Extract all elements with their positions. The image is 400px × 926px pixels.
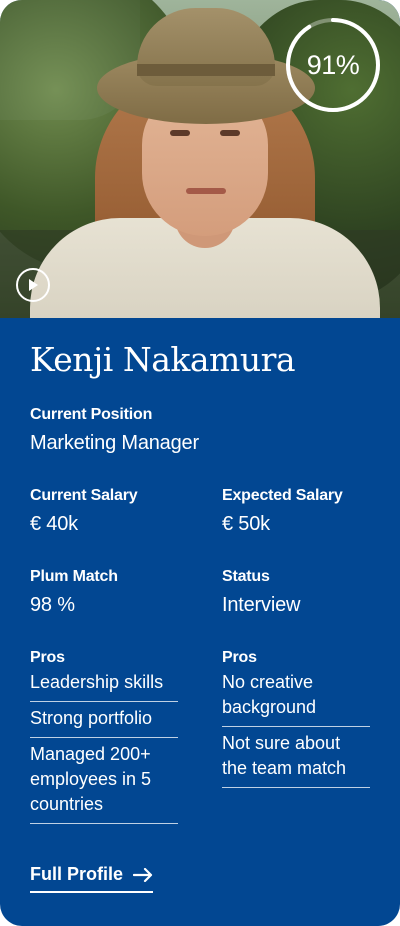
pros-item: Leadership skills — [30, 670, 178, 702]
candidate-card: 91% Kenji Nakamura Current Position Mark… — [0, 0, 400, 926]
cons-item: No creative background — [222, 670, 370, 727]
match-score: 91% — [306, 49, 360, 80]
play-icon — [29, 279, 38, 291]
status-label: Status — [222, 568, 270, 585]
full-profile-label: Full Profile — [30, 864, 124, 884]
current-position-label: Current Position — [30, 406, 153, 423]
current-position-value: Marketing Manager — [30, 432, 199, 454]
cons-item: Not sure about the team match — [222, 727, 370, 788]
plum-match-value: 98 % — [30, 594, 75, 616]
pros-item: Managed 200+ employees in 5 countries — [30, 738, 178, 824]
pros-list: Leadership skills Strong portfolio Manag… — [30, 670, 178, 824]
plum-match-label: Plum Match — [30, 568, 118, 585]
play-video-button[interactable] — [16, 268, 50, 302]
candidate-photo: 91% — [0, 0, 400, 318]
cons-label: Pros — [222, 649, 257, 666]
arrow-right-icon — [133, 867, 153, 882]
candidate-name: Kenji Nakamura — [30, 340, 296, 379]
expected-salary-label: Expected Salary — [222, 487, 343, 504]
pros-item: Strong portfolio — [30, 702, 178, 738]
cons-list: No creative background Not sure about th… — [222, 670, 370, 788]
status-value: Interview — [222, 594, 301, 616]
expected-salary-value: € 50k — [222, 513, 270, 535]
candidate-details: Kenji Nakamura Current Position Marketin… — [0, 318, 400, 926]
full-profile-link[interactable]: Full Profile — [30, 864, 154, 893]
pros-label: Pros — [30, 649, 65, 666]
current-salary-label: Current Salary — [30, 487, 138, 504]
current-salary-value: € 40k — [30, 513, 78, 535]
